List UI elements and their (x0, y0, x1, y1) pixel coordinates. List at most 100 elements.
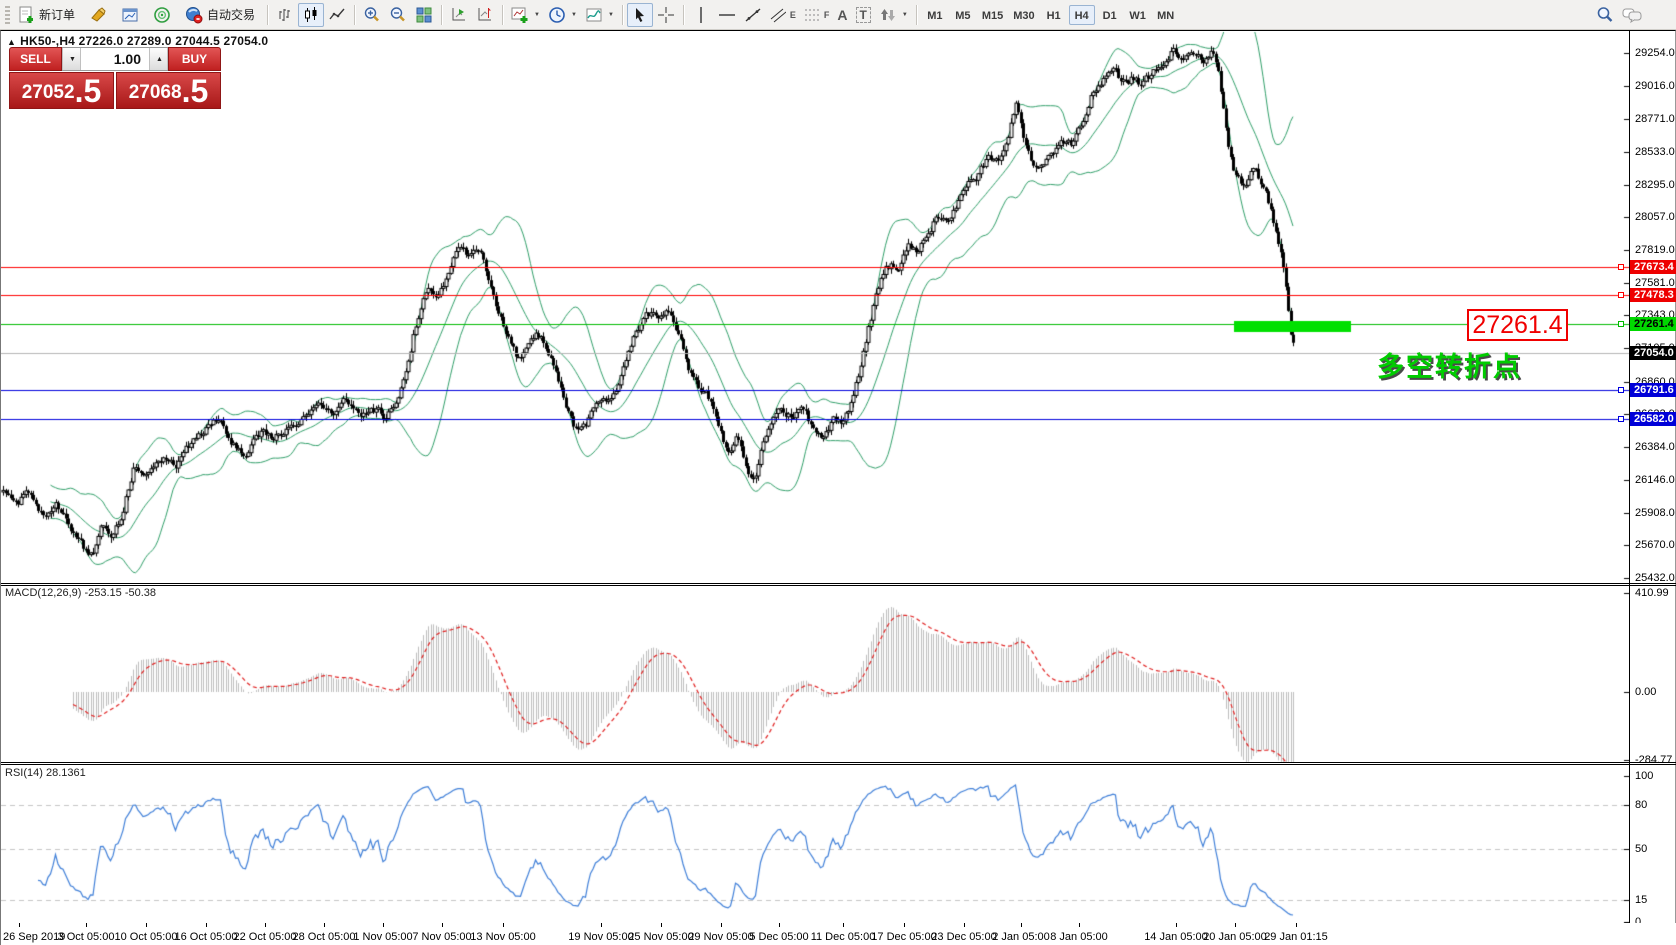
rsi-axis-tick: 15 (1635, 893, 1647, 907)
timeframe-m15[interactable]: M15 (978, 5, 1007, 25)
hline-handle[interactable] (1618, 416, 1624, 422)
timeframe-h4[interactable]: H4 (1069, 5, 1095, 25)
time-axis-tick (661, 923, 662, 927)
autotrading-icon (185, 6, 203, 24)
price-axis-tick: 28295.0 (1635, 178, 1675, 192)
timeframe-d1[interactable]: D1 (1097, 5, 1123, 25)
equidistant-channel-tool-button[interactable]: E (766, 3, 800, 27)
templates-dropdown-icon[interactable]: ▼ (608, 12, 614, 18)
arrows-dropdown-icon[interactable]: ▼ (902, 12, 908, 18)
gold-tool-icon (89, 6, 107, 24)
chart-shift-button[interactable] (472, 3, 498, 27)
macd-label: MACD(12,26,9) -253.15 -50.38 (5, 587, 156, 599)
price-axis-tick: 27819.0 (1635, 243, 1675, 257)
price-axis-tick: 28533.0 (1635, 145, 1675, 159)
periods-button[interactable]: ▼ (544, 3, 581, 27)
channel-letter: E (790, 10, 796, 20)
time-axis-label: 10 Oct 05:00 (115, 931, 178, 943)
buy-price-panel[interactable]: 27068.5 (116, 72, 221, 109)
chat-button[interactable] (1618, 3, 1646, 27)
trendline-tool-button[interactable] (740, 3, 766, 27)
pivot-point-note[interactable]: 多空转折点 (1377, 345, 1522, 384)
crosshair-icon (657, 6, 675, 24)
text-tool-button[interactable]: A (833, 3, 851, 27)
timeframe-h1[interactable]: H1 (1041, 5, 1067, 25)
time-axis-tick (206, 923, 207, 927)
price-axis-tick: 28771.0 (1635, 112, 1675, 126)
zoom-in-button[interactable] (359, 3, 385, 27)
vertical-line-tool-button[interactable] (688, 3, 714, 27)
hline-handle[interactable] (1618, 321, 1624, 327)
price-axis-border (1629, 31, 1630, 923)
rsi-axis-tick: 100 (1635, 769, 1653, 783)
new-order-button[interactable]: 新订单 (13, 3, 79, 27)
candlestick-chart-button[interactable] (298, 3, 324, 27)
time-axis-tick (19, 923, 20, 927)
time-axis-tick (146, 923, 147, 927)
time-axis-label: 13 Nov 05:00 (470, 931, 535, 943)
tile-windows-icon (415, 6, 433, 24)
hline-handle[interactable] (1618, 292, 1624, 298)
indicators-button[interactable]: ▼ (507, 3, 544, 27)
time-axis[interactable]: 26 Sep 20193 Oct 05:0010 Oct 05:0016 Oct… (1, 923, 1676, 945)
sell-button[interactable]: SELL (9, 47, 62, 71)
macd-axis-tick: 410.99 (1635, 586, 1669, 600)
time-axis-tick (1176, 923, 1177, 927)
hline-handle[interactable] (1618, 264, 1624, 270)
chart-window-icon (121, 6, 139, 24)
timeframe-m5[interactable]: M5 (950, 5, 976, 25)
timeframe-m30[interactable]: M30 (1009, 5, 1038, 25)
chart-canvas[interactable] (1, 31, 1629, 923)
crosshair-tool-button[interactable] (653, 3, 679, 27)
timeframe-mn[interactable]: MN (1153, 5, 1179, 25)
pane-splitter-rsi[interactable] (1, 762, 1676, 763)
price-axis-tick: 29254.0 (1635, 46, 1675, 60)
time-axis-label: 3 Oct 05:00 (58, 931, 115, 943)
volume-value[interactable]: 1.00 (81, 48, 149, 70)
text-tool-icon: A (837, 7, 847, 23)
templates-button[interactable]: ▼ (581, 3, 618, 27)
time-axis-label: 1 Nov 05:00 (353, 931, 412, 943)
hline-handle[interactable] (1618, 387, 1624, 393)
new-order-icon (17, 6, 35, 24)
timeframe-m1[interactable]: M1 (922, 5, 948, 25)
rsi-axis-tick: 50 (1635, 842, 1647, 856)
time-axis-tick (1296, 923, 1297, 927)
market-watch-button[interactable] (85, 3, 111, 27)
horizontal-line-tool-button[interactable] (714, 3, 740, 27)
line-chart-button[interactable] (324, 3, 350, 27)
price-axis-tick: 25670.0 (1635, 538, 1675, 552)
volume-increase-button[interactable]: ▲ (149, 48, 168, 70)
time-axis-tick (601, 923, 602, 927)
signal-icon (153, 6, 171, 24)
volume-decrease-button[interactable]: ▼ (62, 48, 81, 70)
price-alert-label[interactable]: 27261.4 (1467, 309, 1568, 341)
text-label-tool-button[interactable]: T (852, 3, 875, 27)
cursor-tool-button[interactable] (627, 3, 653, 27)
toolbar-grip[interactable] (5, 6, 10, 24)
pane-splitter-macd[interactable] (1, 583, 1676, 584)
chart-window-button[interactable] (117, 3, 143, 27)
sell-price-panel[interactable]: 27052.5 (9, 72, 114, 109)
pane-splitter-macd-2[interactable] (1, 585, 1676, 586)
separator (683, 5, 684, 25)
auto-scroll-button[interactable] (446, 3, 472, 27)
fibonacci-tool-button[interactable]: F (800, 3, 834, 27)
time-axis-tick (503, 923, 504, 927)
autotrading-button[interactable]: 自动交易 (181, 3, 259, 27)
periods-dropdown-icon[interactable]: ▼ (571, 12, 577, 18)
buy-button[interactable]: BUY (168, 47, 221, 71)
zoom-out-button[interactable] (385, 3, 411, 27)
bar-chart-button[interactable] (272, 3, 298, 27)
indicators-dropdown-icon[interactable]: ▼ (534, 12, 540, 18)
signal-button[interactable] (149, 3, 175, 27)
pane-splitter-rsi-2[interactable] (1, 764, 1676, 765)
time-axis-label: 25 Nov 05:00 (628, 931, 693, 943)
timeframe-w1[interactable]: W1 (1125, 5, 1151, 25)
search-button[interactable] (1592, 3, 1618, 27)
tile-windows-button[interactable] (411, 3, 437, 27)
clock-icon (548, 6, 566, 24)
time-axis-tick (1235, 923, 1236, 927)
arrows-tool-button[interactable]: ▼ (875, 3, 912, 27)
chart-window: ▲HK50-,H4 27226.0 27289.0 27044.5 27054.… (0, 30, 1676, 945)
